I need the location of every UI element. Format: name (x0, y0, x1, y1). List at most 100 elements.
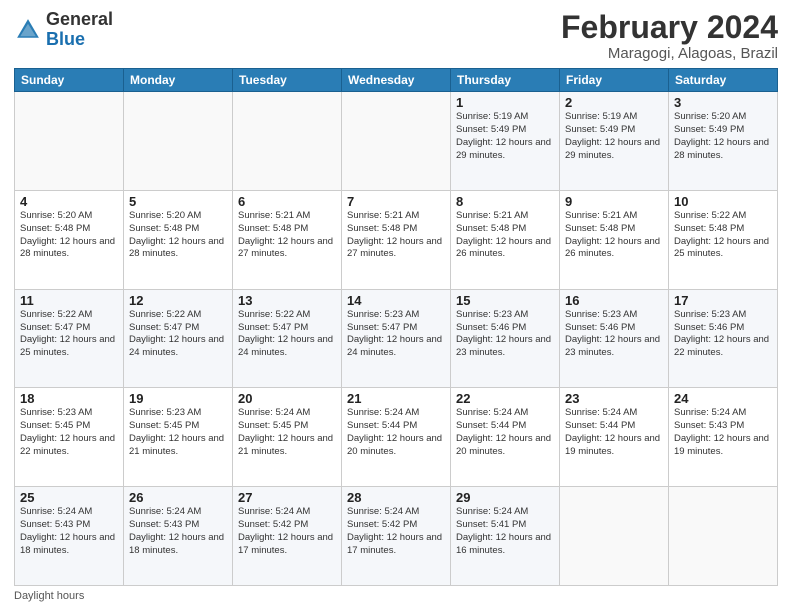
day-number: 16 (565, 293, 663, 308)
day-number: 17 (674, 293, 772, 308)
page: General Blue February 2024 Maragogi, Ala… (0, 0, 792, 612)
day-info: Sunrise: 5:24 AM Sunset: 5:42 PM Dayligh… (238, 506, 336, 557)
calendar-cell: 23Sunrise: 5:24 AM Sunset: 5:44 PM Dayli… (560, 388, 669, 487)
calendar-header: SundayMondayTuesdayWednesdayThursdayFrid… (15, 69, 778, 92)
calendar-cell (669, 487, 778, 586)
day-info: Sunrise: 5:22 AM Sunset: 5:47 PM Dayligh… (20, 309, 118, 360)
day-info: Sunrise: 5:23 AM Sunset: 5:47 PM Dayligh… (347, 309, 445, 360)
calendar-cell: 6Sunrise: 5:21 AM Sunset: 5:48 PM Daylig… (233, 190, 342, 289)
day-info: Sunrise: 5:19 AM Sunset: 5:49 PM Dayligh… (565, 111, 663, 162)
calendar-cell: 22Sunrise: 5:24 AM Sunset: 5:44 PM Dayli… (451, 388, 560, 487)
title-area: February 2024 Maragogi, Alagoas, Brazil (561, 10, 778, 62)
day-info: Sunrise: 5:21 AM Sunset: 5:48 PM Dayligh… (456, 210, 554, 261)
header-day: Wednesday (342, 69, 451, 92)
calendar-week-row: 4 Sunrise: 5:20 AM Sunset: 5:48 PM Daylig… (15, 190, 778, 289)
calendar-cell: 26Sunrise: 5:24 AM Sunset: 5:43 PM Dayli… (124, 487, 233, 586)
day-info: Sunrise: 5:23 AM Sunset: 5:45 PM Dayligh… (20, 407, 118, 458)
calendar-cell (124, 92, 233, 191)
day-number: 13 (238, 293, 336, 308)
day-number: 1 (456, 95, 554, 110)
logo-general: General (46, 9, 113, 29)
calendar-cell: 15Sunrise: 5:23 AM Sunset: 5:46 PM Dayli… (451, 289, 560, 388)
day-info: Sunrise: 5:21 AM Sunset: 5:48 PM Dayligh… (347, 210, 445, 261)
day-info: Sunrise: 5:24 AM Sunset: 5:41 PM Dayligh… (456, 506, 554, 557)
day-info: Sunrise: 5:20 AM Sunset: 5:49 PM Dayligh… (674, 111, 772, 162)
day-number: 29 (456, 490, 554, 505)
day-info: Sunrise: 5:24 AM Sunset: 5:44 PM Dayligh… (347, 407, 445, 458)
day-info: Sunrise: 5:22 AM Sunset: 5:48 PM Dayligh… (674, 210, 772, 261)
day-number: 15 (456, 293, 554, 308)
calendar-cell: 25Sunrise: 5:24 AM Sunset: 5:43 PM Dayli… (15, 487, 124, 586)
logo-text: General Blue (46, 10, 113, 50)
calendar-week-row: 11Sunrise: 5:22 AM Sunset: 5:47 PM Dayli… (15, 289, 778, 388)
day-number: 6 (238, 194, 336, 209)
day-info: Sunrise: 5:23 AM Sunset: 5:46 PM Dayligh… (674, 309, 772, 360)
calendar-cell: 1Sunrise: 5:19 AM Sunset: 5:49 PM Daylig… (451, 92, 560, 191)
calendar-cell: 14Sunrise: 5:23 AM Sunset: 5:47 PM Dayli… (342, 289, 451, 388)
day-info: Sunrise: 5:22 AM Sunset: 5:47 PM Dayligh… (238, 309, 336, 360)
day-number: 2 (565, 95, 663, 110)
header-day: Sunday (15, 69, 124, 92)
calendar-body: 1 Sunrise: 5:19 AM Sunset: 5:49 PM Daylig… (15, 92, 778, 586)
day-info: Sunrise: 5:21 AM Sunset: 5:48 PM Dayligh… (565, 210, 663, 261)
calendar-cell: 12Sunrise: 5:22 AM Sunset: 5:47 PM Dayli… (124, 289, 233, 388)
day-number: 5 (129, 194, 227, 209)
day-number: 4 (20, 194, 118, 209)
day-info: Sunrise: 5:20 AM Sunset: 5:48 PM Dayligh… (129, 210, 227, 261)
calendar-cell: 11Sunrise: 5:22 AM Sunset: 5:47 PM Dayli… (15, 289, 124, 388)
day-info: Sunrise: 5:24 AM Sunset: 5:45 PM Dayligh… (238, 407, 336, 458)
day-number: 24 (674, 391, 772, 406)
calendar-cell: 20Sunrise: 5:24 AM Sunset: 5:45 PM Dayli… (233, 388, 342, 487)
calendar-cell: 5Sunrise: 5:20 AM Sunset: 5:48 PM Daylig… (124, 190, 233, 289)
calendar-week-row: 18Sunrise: 5:23 AM Sunset: 5:45 PM Dayli… (15, 388, 778, 487)
logo-icon (14, 16, 42, 44)
header: General Blue February 2024 Maragogi, Ala… (14, 10, 778, 62)
calendar-cell: 28Sunrise: 5:24 AM Sunset: 5:42 PM Dayli… (342, 487, 451, 586)
day-number: 20 (238, 391, 336, 406)
day-number: 22 (456, 391, 554, 406)
day-info: Sunrise: 5:24 AM Sunset: 5:43 PM Dayligh… (20, 506, 118, 557)
day-number: 23 (565, 391, 663, 406)
calendar-cell: 19Sunrise: 5:23 AM Sunset: 5:45 PM Dayli… (124, 388, 233, 487)
day-info: Sunrise: 5:24 AM Sunset: 5:43 PM Dayligh… (674, 407, 772, 458)
calendar-cell: 13Sunrise: 5:22 AM Sunset: 5:47 PM Dayli… (233, 289, 342, 388)
day-number: 27 (238, 490, 336, 505)
header-day: Saturday (669, 69, 778, 92)
calendar-week-row: 25Sunrise: 5:24 AM Sunset: 5:43 PM Dayli… (15, 487, 778, 586)
logo-blue: Blue (46, 29, 85, 49)
logo: General Blue (14, 10, 113, 50)
calendar-cell: 16Sunrise: 5:23 AM Sunset: 5:46 PM Dayli… (560, 289, 669, 388)
calendar: SundayMondayTuesdayWednesdayThursdayFrid… (14, 68, 778, 586)
calendar-cell: 24Sunrise: 5:24 AM Sunset: 5:43 PM Dayli… (669, 388, 778, 487)
calendar-cell: 3Sunrise: 5:20 AM Sunset: 5:49 PM Daylig… (669, 92, 778, 191)
day-info: Sunrise: 5:23 AM Sunset: 5:46 PM Dayligh… (456, 309, 554, 360)
day-info: Sunrise: 5:24 AM Sunset: 5:43 PM Dayligh… (129, 506, 227, 557)
day-number: 7 (347, 194, 445, 209)
day-number: 8 (456, 194, 554, 209)
header-day: Friday (560, 69, 669, 92)
calendar-cell (560, 487, 669, 586)
day-number: 10 (674, 194, 772, 209)
calendar-cell: 7Sunrise: 5:21 AM Sunset: 5:48 PM Daylig… (342, 190, 451, 289)
day-info: Sunrise: 5:23 AM Sunset: 5:45 PM Dayligh… (129, 407, 227, 458)
calendar-cell (15, 92, 124, 191)
footer-note: Daylight hours (14, 590, 778, 602)
calendar-cell: 27Sunrise: 5:24 AM Sunset: 5:42 PM Dayli… (233, 487, 342, 586)
calendar-week-row: 1 Sunrise: 5:19 AM Sunset: 5:49 PM Daylig… (15, 92, 778, 191)
header-day: Monday (124, 69, 233, 92)
header-day: Tuesday (233, 69, 342, 92)
day-number: 25 (20, 490, 118, 505)
day-info: Sunrise: 5:21 AM Sunset: 5:48 PM Dayligh… (238, 210, 336, 261)
month-title: February 2024 (561, 10, 778, 45)
calendar-cell: 21Sunrise: 5:24 AM Sunset: 5:44 PM Dayli… (342, 388, 451, 487)
calendar-cell: 29Sunrise: 5:24 AM Sunset: 5:41 PM Dayli… (451, 487, 560, 586)
day-number: 9 (565, 194, 663, 209)
header-day: Thursday (451, 69, 560, 92)
calendar-cell: 10Sunrise: 5:22 AM Sunset: 5:48 PM Dayli… (669, 190, 778, 289)
day-info: Sunrise: 5:22 AM Sunset: 5:47 PM Dayligh… (129, 309, 227, 360)
day-number: 3 (674, 95, 772, 110)
day-number: 19 (129, 391, 227, 406)
calendar-cell: 8Sunrise: 5:21 AM Sunset: 5:48 PM Daylig… (451, 190, 560, 289)
header-row: SundayMondayTuesdayWednesdayThursdayFrid… (15, 69, 778, 92)
day-number: 12 (129, 293, 227, 308)
